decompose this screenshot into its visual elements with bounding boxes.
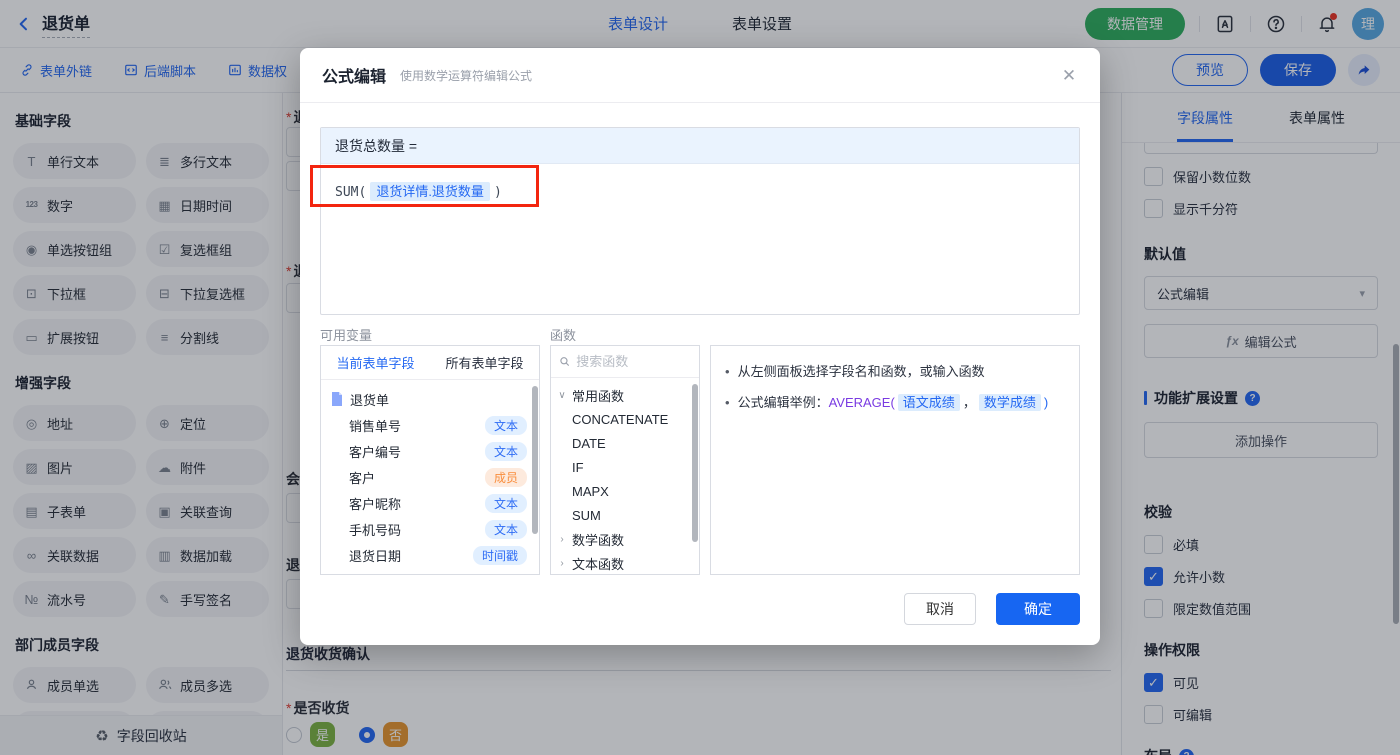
type-badge: 文本 <box>484 415 527 435</box>
formula-editor-modal: 公式编辑 使用数学运算符编辑公式 ✕ 退货总数量 = SUM(退货详情.退货数量… <box>300 48 1100 645</box>
modal-subtitle: 使用数学运算符编辑公式 <box>400 68 533 83</box>
function-group-text[interactable]: › 文本函数 <box>551 551 699 574</box>
functions-scrollbar[interactable] <box>692 384 698 542</box>
formula-function: SUM( <box>335 185 367 200</box>
formula-expression[interactable]: SUM(退货详情.退货数量) <box>321 164 1079 217</box>
help-example: • 公式编辑举例：AVERAGE(语文成绩，数学成绩) <box>725 393 1049 411</box>
function-group-math[interactable]: › 数学函数 <box>551 527 699 551</box>
formula-target: 退货总数量 = <box>321 128 1079 164</box>
type-badge: 文本 <box>484 493 527 513</box>
function-item[interactable]: MAPX <box>551 479 699 503</box>
tree-root-form[interactable]: 退货单 <box>321 386 539 412</box>
function-item[interactable]: CONCATENATE <box>551 407 699 431</box>
modal-header: 公式编辑 使用数学运算符编辑公式 ✕ <box>300 48 1100 103</box>
help-tip: • 从左侧面板选择字段名和函数，或输入函数 <box>725 364 985 379</box>
formula-editor-box: 退货总数量 = SUM(退货详情.退货数量) <box>320 127 1080 315</box>
formula-help-panel: • 从左侧面板选择字段名和函数，或输入函数 • 公式编辑举例：AVERAGE(语… <box>710 345 1080 575</box>
variables-tree: 退货单 销售单号 文本 客户编号 文本 客户 成员 客户昵称 文本 手机号码 文本 退货日… <box>321 380 539 568</box>
function-item[interactable]: SUM <box>551 503 699 527</box>
type-badge: 成员 <box>484 467 527 487</box>
formula-close-paren: ) <box>493 185 502 200</box>
variables-tabs: 当前表单字段 所有表单字段 <box>321 346 539 380</box>
functions-panel: ∨常用函数 CONCATENATE DATE IF MAPX SUM ›数学函数… <box>550 345 700 575</box>
variable-row[interactable]: 客户编号 文本 <box>321 438 539 464</box>
function-group-common[interactable]: ∨ 常用函数 <box>551 383 699 407</box>
variable-row[interactable]: 销售单号 文本 <box>321 412 539 438</box>
cancel-button[interactable]: 取消 <box>904 593 976 625</box>
function-search[interactable] <box>551 346 699 378</box>
document-icon <box>332 392 342 406</box>
type-badge: 时间戳 <box>472 545 527 565</box>
close-icon[interactable]: ✕ <box>1060 67 1078 85</box>
modal-footer: 取消 确定 <box>904 593 1080 625</box>
variable-row[interactable]: 客户昵称 文本 <box>321 490 539 516</box>
functions-label: 函数 <box>550 328 577 343</box>
variables-panel: 当前表单字段 所有表单字段 退货单 销售单号 文本 客户编号 文本 客户 成员 客户昵… <box>320 345 540 575</box>
function-search-input[interactable] <box>576 354 691 369</box>
caret-right-icon: › <box>560 533 564 545</box>
variables-label: 可用变量 <box>320 328 373 343</box>
formula-variable-chip[interactable]: 退货详情.退货数量 <box>370 182 490 201</box>
type-badge: 文本 <box>484 519 527 539</box>
tab-current-form-fields[interactable]: 当前表单字段 <box>321 346 430 379</box>
variable-row[interactable]: 退货日期 时间戳 <box>321 542 539 568</box>
example-variable-chip: 语文成绩 <box>897 393 960 411</box>
variable-row[interactable]: 手机号码 文本 <box>321 516 539 542</box>
example-variable-chip: 数学成绩 <box>978 393 1041 411</box>
type-badge: 文本 <box>484 441 527 461</box>
confirm-button[interactable]: 确定 <box>996 593 1080 625</box>
variables-scrollbar[interactable] <box>532 386 538 534</box>
search-icon <box>560 357 569 366</box>
app-window: 退货单 表单设计 表单设置 数据管理 理 表单外链 后端脚本 数据权 预览 保存… <box>0 0 1400 755</box>
variable-row[interactable]: 客户 成员 <box>321 464 539 490</box>
function-item[interactable]: IF <box>551 455 699 479</box>
modal-title: 公式编辑 <box>322 69 387 86</box>
caret-right-icon: › <box>560 557 564 569</box>
function-item[interactable]: DATE <box>551 431 699 455</box>
caret-down-icon: ∨ <box>558 389 566 401</box>
example-function: AVERAGE( <box>828 394 895 410</box>
tab-all-form-fields[interactable]: 所有表单字段 <box>430 346 539 379</box>
